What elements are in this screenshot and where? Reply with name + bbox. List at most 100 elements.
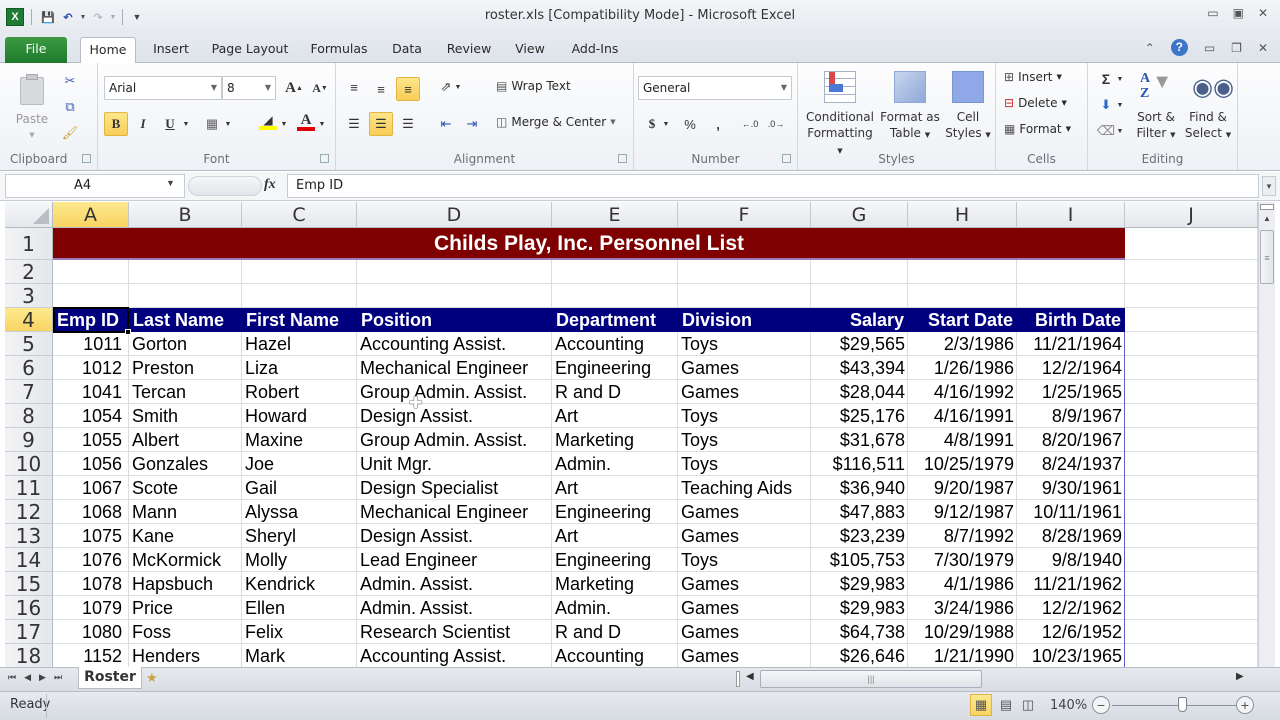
percent-button[interactable]: % [678, 112, 702, 136]
table-cell[interactable]: $23,239 [811, 524, 908, 548]
table-cell[interactable]: Hapsbuch [129, 572, 242, 596]
table-cell[interactable]: 10/23/1965 [1017, 644, 1125, 667]
row-header-5[interactable]: 5 [5, 332, 53, 356]
font-size-dropdown[interactable]: 8 ▼ [222, 76, 276, 100]
merge-center-button[interactable]: ◫ Merge & Center ▼ [496, 115, 616, 129]
row-header-17[interactable]: 17 [5, 620, 53, 644]
tab-view[interactable]: View [510, 37, 550, 63]
header-cell-emp-id[interactable]: Emp ID [53, 308, 129, 332]
tab-file[interactable]: File [5, 37, 67, 63]
table-cell[interactable]: $36,940 [811, 476, 908, 500]
worksheet-grid[interactable]: ABCDEFGHIJ 1 2 3 4 5 6 7 8 9 10 11 12 13 14 15 16 17 18 C… [5, 202, 1258, 667]
table-cell[interactable]: Toys [678, 332, 811, 356]
table-cell[interactable]: 12/2/1964 [1017, 356, 1125, 380]
help-icon[interactable]: ? [1170, 39, 1188, 56]
grid-cell[interactable] [908, 284, 1017, 308]
table-cell[interactable]: Mark [242, 644, 357, 667]
table-cell[interactable]: 1012 [53, 356, 129, 380]
insert-cells-button[interactable]: ⊞ Insert ▼ [1004, 70, 1062, 84]
table-cell[interactable]: Games [678, 596, 811, 620]
increase-indent-icon[interactable]: ⇥ [460, 112, 484, 136]
scroll-up-icon[interactable]: ▲ [1259, 214, 1275, 228]
table-cell[interactable]: Albert [129, 428, 242, 452]
table-cell[interactable]: 1055 [53, 428, 129, 452]
minimize-icon[interactable]: ▭ [1207, 6, 1218, 20]
table-cell[interactable]: Marketing [552, 428, 678, 452]
table-cell[interactable]: Games [678, 500, 811, 524]
align-middle-icon[interactable]: ≡ [369, 77, 393, 101]
table-cell[interactable]: Felix [242, 620, 357, 644]
table-cell[interactable]: Engineering [552, 500, 678, 524]
table-cell[interactable]: $43,394 [811, 356, 908, 380]
table-cell[interactable]: Smith [129, 404, 242, 428]
grid-cell[interactable] [129, 260, 242, 284]
row-header-14[interactable]: 14 [5, 548, 53, 572]
table-cell[interactable]: R and D [552, 380, 678, 404]
next-sheet-icon[interactable]: ▶ [39, 672, 46, 683]
tab-insert[interactable]: Insert [148, 37, 194, 63]
grid-cell[interactable] [811, 284, 908, 308]
grid-cell[interactable] [1125, 524, 1258, 548]
page-break-preview-icon[interactable]: ◫ [1018, 695, 1038, 715]
row-header-2[interactable]: 2 [5, 260, 53, 284]
grid-cell[interactable] [357, 284, 552, 308]
row-header-10[interactable]: 10 [5, 452, 53, 476]
table-cell[interactable]: Toys [678, 452, 811, 476]
table-cell[interactable]: 4/16/1992 [908, 380, 1017, 404]
decrease-decimal-icon[interactable]: .0→ [764, 112, 788, 136]
table-cell[interactable]: Teaching Aids [678, 476, 811, 500]
table-cell[interactable]: $64,738 [811, 620, 908, 644]
table-cell[interactable]: Mechanical Engineer [357, 356, 552, 380]
table-cell[interactable]: 1152 [53, 644, 129, 667]
grid-cell[interactable] [1125, 356, 1258, 380]
name-box[interactable]: A4 [5, 174, 185, 198]
table-cell[interactable]: Toys [678, 548, 811, 572]
row-header-6[interactable]: 6 [5, 356, 53, 380]
name-box-dropdown-icon[interactable]: ▼ [166, 178, 175, 188]
workbook-restore-icon[interactable]: ❐ [1231, 41, 1242, 55]
table-cell[interactable]: 10/29/1988 [908, 620, 1017, 644]
expand-formula-bar-icon[interactable]: ▼ [1262, 176, 1276, 196]
table-cell[interactable]: 1076 [53, 548, 129, 572]
table-cell[interactable]: $29,983 [811, 596, 908, 620]
cut-icon[interactable]: ✂ [58, 69, 82, 93]
table-cell[interactable]: $116,511 [811, 452, 908, 476]
table-cell[interactable]: 1056 [53, 452, 129, 476]
table-cell[interactable]: 1078 [53, 572, 129, 596]
table-cell[interactable]: 1041 [53, 380, 129, 404]
table-cell[interactable]: Admin. [552, 596, 678, 620]
table-cell[interactable]: 10/11/1961 [1017, 500, 1125, 524]
table-cell[interactable]: Marketing [552, 572, 678, 596]
table-cell[interactable]: Molly [242, 548, 357, 572]
grid-cell[interactable] [1125, 596, 1258, 620]
header-cell-birth-date[interactable]: Birth Date [1017, 308, 1125, 332]
table-cell[interactable]: 9/12/1987 [908, 500, 1017, 524]
grid-cell[interactable] [1017, 284, 1125, 308]
find-select-button[interactable]: ◉◉ Find & Select ▼ [1182, 71, 1234, 143]
dialog-launcher-icon[interactable] [320, 154, 329, 163]
table-cell[interactable]: Mechanical Engineer [357, 500, 552, 524]
first-sheet-icon[interactable]: ⏮ [8, 672, 16, 683]
table-cell[interactable]: 4/8/1991 [908, 428, 1017, 452]
grid-cell[interactable] [1125, 644, 1258, 667]
column-header-d[interactable]: D [357, 202, 552, 228]
table-cell[interactable]: 1/21/1990 [908, 644, 1017, 667]
prev-sheet-icon[interactable]: ◀ [24, 672, 31, 683]
grow-font-icon[interactable]: A ▲ [282, 76, 306, 100]
zoom-slider-track[interactable] [1112, 705, 1236, 706]
table-cell[interactable]: Maxine [242, 428, 357, 452]
table-cell[interactable]: 1/25/1965 [1017, 380, 1125, 404]
table-cell[interactable]: Hazel [242, 332, 357, 356]
table-cell[interactable]: Tercan [129, 380, 242, 404]
row-header-12[interactable]: 12 [5, 500, 53, 524]
grid-cell[interactable] [242, 260, 357, 284]
header-cell-department[interactable]: Department [552, 308, 678, 332]
grid-cell[interactable] [1125, 428, 1258, 452]
clear-dropdown-icon[interactable]: ▼ [1114, 119, 1126, 143]
table-cell[interactable]: 9/20/1987 [908, 476, 1017, 500]
table-cell[interactable]: Mann [129, 500, 242, 524]
grid-cell[interactable] [53, 260, 129, 284]
borders-dropdown-icon[interactable]: ▼ [222, 112, 234, 136]
grid-cell[interactable] [1125, 404, 1258, 428]
table-cell[interactable]: 1079 [53, 596, 129, 620]
